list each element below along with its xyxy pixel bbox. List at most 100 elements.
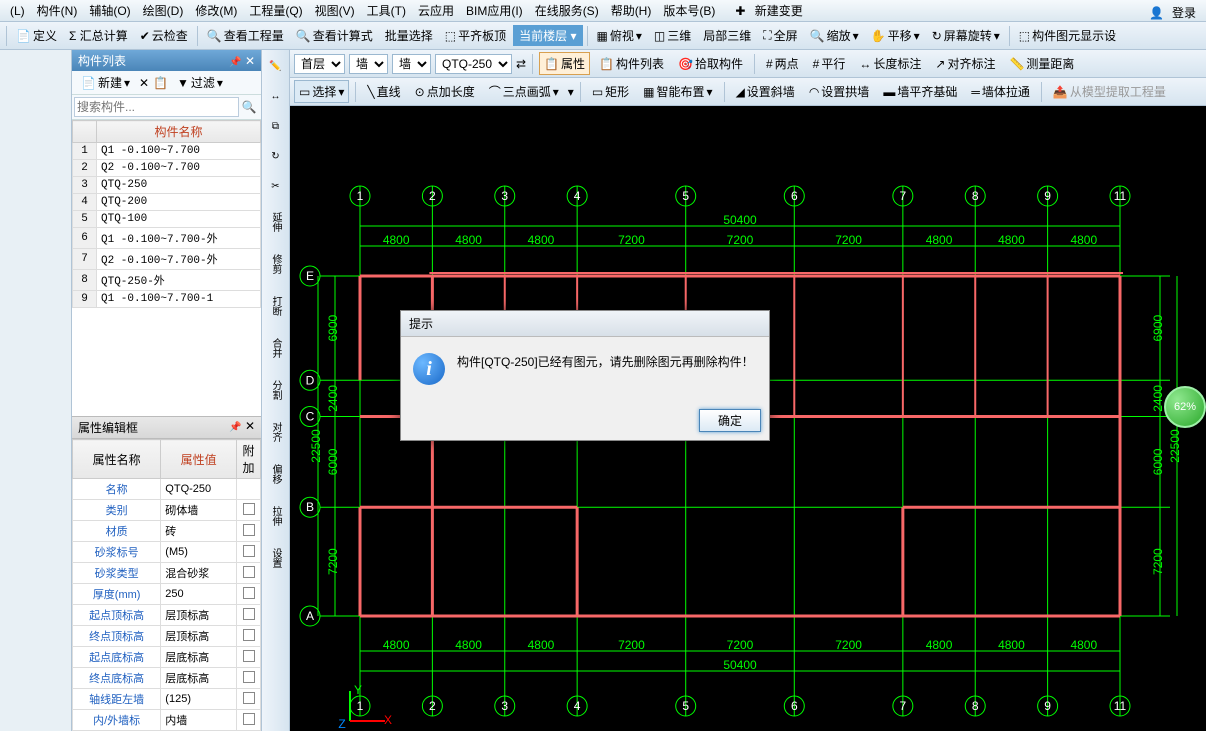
pt-len-btn[interactable]: ⊙ 点加长度 — [410, 80, 480, 103]
table-row[interactable]: 终点底标高层底标高 — [73, 668, 261, 689]
len-dim-btn[interactable]: ↔ 长度标注 — [854, 52, 926, 75]
progress-badge[interactable]: 62% — [1164, 386, 1206, 428]
line-btn[interactable]: ╲ 直线 — [362, 80, 405, 103]
floor-select[interactable]: 首层 — [294, 54, 345, 74]
table-row[interactable]: 轴线距左墙(125) — [73, 689, 261, 710]
filter-btn[interactable]: ▼ 过滤 ▾ — [172, 71, 228, 94]
rect-btn[interactable]: ▭ 矩形 — [587, 80, 634, 103]
cat1-select[interactable]: 墙 — [349, 54, 388, 74]
table-row[interactable]: 砂浆类型混合砂浆 — [73, 563, 261, 584]
new-change-btn[interactable]: ✚ 新建变更 — [729, 0, 814, 21]
table-row[interactable]: 砂浆标号(M5) — [73, 542, 261, 563]
base-btn[interactable]: ▬ 墙平齐基础 — [878, 80, 962, 103]
pan-btn[interactable]: ✋ 平移 ▾ — [866, 24, 925, 47]
menu-item[interactable]: 辅轴(O) — [83, 0, 136, 21]
delete-icon[interactable]: ✕ — [139, 76, 149, 90]
local-3d-btn[interactable]: 局部三维 — [698, 24, 756, 47]
comp-display-btn[interactable]: ⬚ 构件图元显示设 — [1014, 24, 1121, 47]
menu-item[interactable]: 绘图(D) — [137, 0, 190, 21]
pick-comp-btn[interactable]: 🎯 拾取构件 — [673, 52, 748, 75]
zoom-btn[interactable]: 🔍 缩放 ▾ — [805, 24, 864, 47]
search-icon[interactable]: 🔍 — [239, 97, 259, 117]
fullscreen-btn[interactable]: ⛶ 全屏 — [758, 24, 802, 47]
settings-btn[interactable]: 设置 — [264, 540, 288, 576]
menu-item[interactable]: 在线服务(S) — [529, 0, 605, 21]
perspective-btn[interactable]: ▦ 俯视 ▾ — [592, 24, 647, 47]
swap-icon[interactable]: ⇄ — [516, 57, 526, 71]
table-row[interactable]: 9Q1 -0.100~7.700-1 — [73, 291, 261, 308]
tool-icon[interactable]: ✂ — [264, 174, 288, 198]
menu-item[interactable]: 版本号(B) — [657, 0, 721, 21]
merge-btn[interactable]: 合并 — [264, 330, 288, 366]
trim-btn[interactable]: 修剪 — [264, 246, 288, 282]
tool-icon[interactable]: ↔ — [264, 84, 288, 108]
table-row[interactable]: 4QTQ-200 — [73, 194, 261, 211]
table-row[interactable]: 终点顶标高层顶标高 — [73, 626, 261, 647]
current-floor-dd[interactable]: 当前楼层 ▾ — [513, 25, 582, 46]
batch-sel-btn[interactable]: 批量选择 — [380, 24, 438, 47]
mirror-icon[interactable]: ⧉ — [264, 114, 288, 138]
ok-button[interactable]: 确定 — [699, 409, 761, 432]
view-formula-btn[interactable]: 🔍 查看计算式 — [291, 24, 378, 47]
table-row[interactable]: 材质砖 — [73, 521, 261, 542]
menu-item[interactable]: 工具(T) — [361, 0, 412, 21]
pin-icon[interactable]: 📌 — [229, 422, 241, 433]
menu-item[interactable]: 帮助(H) — [605, 0, 658, 21]
table-row[interactable]: 1Q1 -0.100~7.700 — [73, 143, 261, 160]
new-component-btn[interactable]: 📄 新建 ▾ — [76, 71, 135, 94]
cloud-check-btn[interactable]: ✔ 云检查 — [135, 24, 193, 47]
menu-item[interactable]: 云应用 — [412, 0, 460, 21]
align-btn[interactable]: 对齐 — [264, 414, 288, 450]
slant-btn[interactable]: ◢ 设置斜墙 — [731, 80, 800, 103]
comp-select[interactable]: QTQ-250 — [435, 54, 512, 74]
table-row[interactable]: 8QTQ-250-外 — [73, 270, 261, 291]
define-btn[interactable]: 📄 定义 — [11, 24, 62, 47]
table-row[interactable]: 3QTQ-250 — [73, 177, 261, 194]
close-icon[interactable]: ✕ — [245, 54, 255, 68]
table-row[interactable]: 7Q2 -0.100~7.700-外 — [73, 249, 261, 270]
sum-calc-btn[interactable]: Σ 汇总计算 — [64, 24, 133, 47]
search-input[interactable] — [74, 97, 239, 117]
comp-list-btn[interactable]: 📋 构件列表 — [594, 52, 669, 75]
table-row[interactable]: 名称QTQ-250 — [73, 479, 261, 500]
arc3-btn[interactable]: ⌒ 三点画弧 ▾ — [484, 80, 564, 103]
3d-btn[interactable]: ◫ 三维 — [649, 24, 696, 47]
menu-item[interactable]: 构件(N) — [31, 0, 84, 21]
smart-btn[interactable]: ▦ 智能布置 ▾ — [638, 80, 717, 103]
tool-icon[interactable]: ↻ — [264, 144, 288, 168]
parallel-btn[interactable]: # 平行 — [808, 52, 851, 75]
login-btn[interactable]: 👤 登录 — [1149, 2, 1202, 23]
menu-item[interactable]: 工程量(Q) — [243, 0, 308, 21]
table-row[interactable]: 6Q1 -0.100~7.700-外 — [73, 228, 261, 249]
menu-item[interactable]: 视图(V) — [309, 0, 361, 21]
arch-btn[interactable]: ◠ 设置拱墙 — [804, 80, 875, 103]
tool-icon[interactable]: ✏️ — [264, 54, 288, 78]
table-row[interactable]: 厚度(mm)250 — [73, 584, 261, 605]
two-point-btn[interactable]: # 两点 — [761, 52, 804, 75]
rotate-btn[interactable]: ↻ 屏幕旋转 ▾ — [927, 24, 1005, 47]
table-row[interactable]: 2Q2 -0.100~7.700 — [73, 160, 261, 177]
stretch-btn[interactable]: 拉伸 — [264, 498, 288, 534]
cat2-select[interactable]: 墙 — [392, 54, 431, 74]
flat-top-btn[interactable]: ⬚ 平齐板顶 — [440, 24, 511, 47]
table-row[interactable]: 起点顶标高层顶标高 — [73, 605, 261, 626]
select-btn[interactable]: ▭ 选择 ▾ — [294, 80, 349, 103]
close-icon[interactable]: ✕ — [245, 419, 255, 433]
table-row[interactable]: 类别砌体墙 — [73, 500, 261, 521]
table-row[interactable]: 内/外墙标内墙 — [73, 710, 261, 731]
from-model-btn[interactable]: 📤 从模型提取工程量 — [1048, 80, 1171, 103]
menu-item[interactable]: (L) — [4, 2, 31, 20]
menu-item[interactable]: BIM应用(I) — [460, 0, 529, 21]
table-row[interactable]: 5QTQ-100 — [73, 211, 261, 228]
through-btn[interactable]: ═ 墙体拉通 — [966, 80, 1035, 103]
attr-btn[interactable]: 📋 属性 — [539, 52, 590, 75]
pin-icon[interactable]: 📌 — [229, 57, 241, 68]
split-btn[interactable]: 分割 — [264, 372, 288, 408]
offset-btn[interactable]: 偏移 — [264, 456, 288, 492]
view-qty-btn[interactable]: 🔍 查看工程量 — [202, 24, 289, 47]
menu-item[interactable]: 修改(M) — [189, 0, 243, 21]
measure-btn[interactable]: 📏 测量距离 — [1004, 52, 1079, 75]
extend-btn[interactable]: 延伸 — [264, 204, 288, 240]
copy-icon[interactable]: 📋 — [153, 76, 168, 90]
align-dim-btn[interactable]: ↗ 对齐标注 — [930, 52, 1000, 75]
